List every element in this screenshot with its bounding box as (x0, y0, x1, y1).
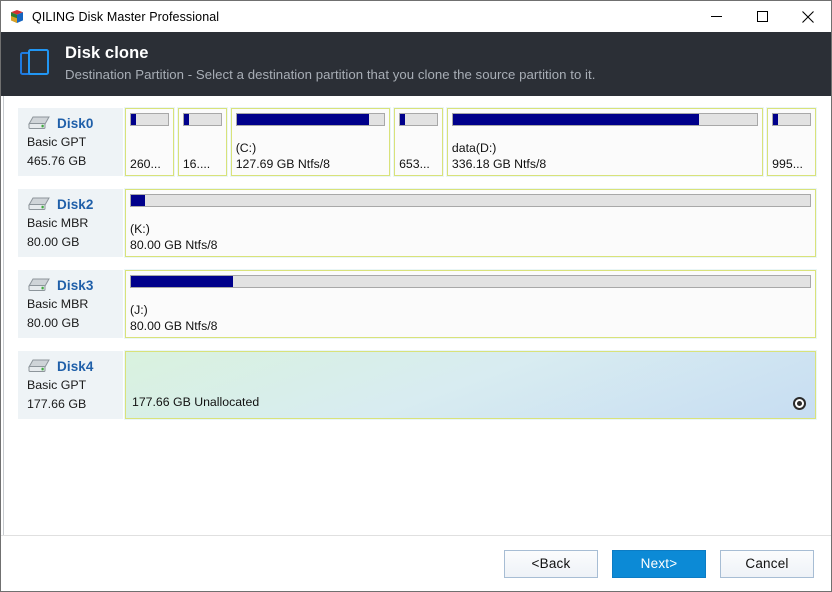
partition-size-label: 995... (772, 157, 803, 171)
partition-usage-bar (399, 113, 438, 126)
partition-usage-bar (772, 113, 812, 126)
title-bar: QILING Disk Master Professional (1, 1, 831, 32)
partition-usage-bar (235, 113, 386, 126)
disk-type: Basic MBR (27, 216, 89, 230)
window-controls (693, 1, 831, 32)
partition-labels: 260... (130, 126, 169, 175)
page-subtitle: Destination Partition - Select a destina… (65, 67, 596, 82)
disk-name: Disk3 (57, 277, 94, 293)
disk-type: Basic GPT (27, 135, 87, 149)
maximize-button[interactable] (739, 1, 785, 32)
disk-row: Disk0 Basic GPT 465.76 GB 260... 16.... (C:) 1… (18, 107, 818, 177)
partition-strip: (K:) 80.00 GB Ntfs/8 (123, 188, 817, 258)
page-header: Disk clone Destination Partition - Selec… (1, 32, 831, 96)
partition-item[interactable]: 16.... (176, 107, 228, 177)
next-button[interactable]: Next> (612, 549, 706, 578)
partition-size-label: 16.... (182, 157, 211, 171)
partition-labels: data(D:) 336.18 GB Ntfs/8 (452, 126, 758, 175)
cube-icon (9, 9, 25, 25)
disk-row: Disk4 Basic GPT 177.66 GB 177.66 GB Unalloc… (18, 350, 817, 420)
partition-usage-bar (130, 113, 169, 126)
app-window: QILING Disk Master Professional Disk clo… (0, 0, 832, 592)
main-content: Disk0 Basic GPT 465.76 GB 260... 16.... (C:) 1… (1, 96, 831, 535)
disk-row: Disk3 Basic MBR 80.00 GB (J:) 80.00 GB Ntfs/… (18, 269, 817, 339)
partition-strip: 260... 16.... (C:) 127.69 GB Ntfs/8 653... da… (123, 107, 818, 177)
window-title: QILING Disk Master Professional (32, 9, 220, 24)
partition-usage-bar (130, 194, 811, 207)
partition-strip: 177.66 GB Unallocated (123, 350, 817, 420)
partition-size-label: 336.18 GB Ntfs/8 (451, 157, 547, 171)
disk-row: Disk2 Basic MBR 80.00 GB (K:) 80.00 GB Ntfs/… (18, 188, 817, 258)
partition-labels: 653... (399, 126, 438, 175)
clone-icon (15, 44, 55, 84)
partition-item[interactable]: 177.66 GB Unallocated (124, 350, 817, 420)
disk-capacity: 465.76 GB (27, 154, 87, 168)
cancel-button[interactable]: Cancel (720, 549, 814, 578)
partition-size-label: 653... (399, 157, 430, 171)
disk-info-head: Disk2 (26, 194, 123, 214)
partition-usage-bar (451, 113, 759, 126)
partition-usage-bar (182, 113, 222, 126)
disk-type: Basic MBR (27, 297, 89, 311)
disk-capacity: 80.00 GB (27, 316, 80, 330)
header-text-block: Disk clone Destination Partition - Selec… (65, 43, 595, 85)
disk-type: Basic GPT (27, 378, 87, 392)
disk-info-head: Disk3 (26, 275, 123, 295)
disk-capacity: 80.00 GB (27, 235, 80, 249)
partition-size-label: 177.66 GB Unallocated (132, 395, 260, 409)
partition-usage-fill (131, 114, 137, 125)
partition-labels: (J:) 80.00 GB Ntfs/8 (130, 288, 811, 337)
disk-name: Disk2 (57, 196, 94, 212)
partition-volume-label: data(D:) (451, 141, 497, 155)
partition-size-label: 80.00 GB Ntfs/8 (130, 238, 218, 252)
disk-info-disk0[interactable]: Disk0 Basic GPT 465.76 GB (18, 108, 123, 176)
close-button[interactable] (785, 1, 831, 32)
partition-size-label: 80.00 GB Ntfs/8 (130, 319, 218, 333)
partition-strip: (J:) 80.00 GB Ntfs/8 (123, 269, 817, 339)
disk-list: Disk0 Basic GPT 465.76 GB 260... 16.... (C:) 1… (18, 107, 818, 432)
disk-name: Disk0 (57, 115, 94, 131)
partition-usage-fill (452, 114, 700, 125)
hard-drive-icon (26, 357, 52, 375)
partition-item[interactable]: data(D:) 336.18 GB Ntfs/8 (445, 107, 765, 177)
partition-labels: 177.66 GB Unallocated (126, 352, 815, 418)
partition-item[interactable]: (J:) 80.00 GB Ntfs/8 (124, 269, 817, 339)
partition-labels: 16.... (183, 126, 222, 175)
partition-usage-bar (130, 275, 811, 288)
partition-item[interactable]: (K:) 80.00 GB Ntfs/8 (124, 188, 817, 258)
hard-drive-icon (26, 114, 52, 132)
back-button[interactable]: <Back (504, 549, 598, 578)
partition-item[interactable]: 653... (393, 107, 444, 177)
partition-labels: (K:) 80.00 GB Ntfs/8 (130, 207, 811, 256)
partition-usage-fill (236, 114, 370, 125)
partition-volume-label: (K:) (130, 222, 150, 236)
minimize-button[interactable] (693, 1, 739, 32)
disk-info-disk3[interactable]: Disk3 Basic MBR 80.00 GB (18, 270, 123, 338)
partition-labels: (C:) 127.69 GB Ntfs/8 (236, 126, 385, 175)
page-title: Disk clone (65, 44, 149, 62)
hard-drive-icon (26, 195, 52, 213)
disk-info-head: Disk0 (26, 113, 123, 133)
partition-size-label: 260... (130, 157, 161, 171)
disk-info-head: Disk4 (26, 356, 123, 376)
disk-name: Disk4 (57, 358, 94, 374)
partition-item[interactable]: 995... (766, 107, 818, 177)
partition-size-label: 127.69 GB Ntfs/8 (235, 157, 331, 171)
partition-usage-fill (400, 114, 406, 125)
disk-info-disk2[interactable]: Disk2 Basic MBR 80.00 GB (18, 189, 123, 257)
partition-volume-label: (J:) (130, 303, 148, 317)
partition-usage-fill (131, 195, 145, 206)
partition-usage-fill (183, 114, 189, 125)
disk-info-disk4[interactable]: Disk4 Basic GPT 177.66 GB (18, 351, 123, 419)
partition-select-radio[interactable] (793, 397, 806, 410)
partition-usage-fill (131, 276, 233, 287)
footer-bar: <Back Next> Cancel (1, 535, 831, 591)
partition-labels: 995... (772, 126, 811, 175)
disk-capacity: 177.66 GB (27, 397, 87, 411)
hard-drive-icon (26, 276, 52, 294)
partition-volume-label: (C:) (235, 141, 257, 155)
partition-usage-fill (773, 114, 779, 125)
partition-item[interactable]: 260... (124, 107, 175, 177)
partition-item[interactable]: (C:) 127.69 GB Ntfs/8 (229, 107, 392, 177)
